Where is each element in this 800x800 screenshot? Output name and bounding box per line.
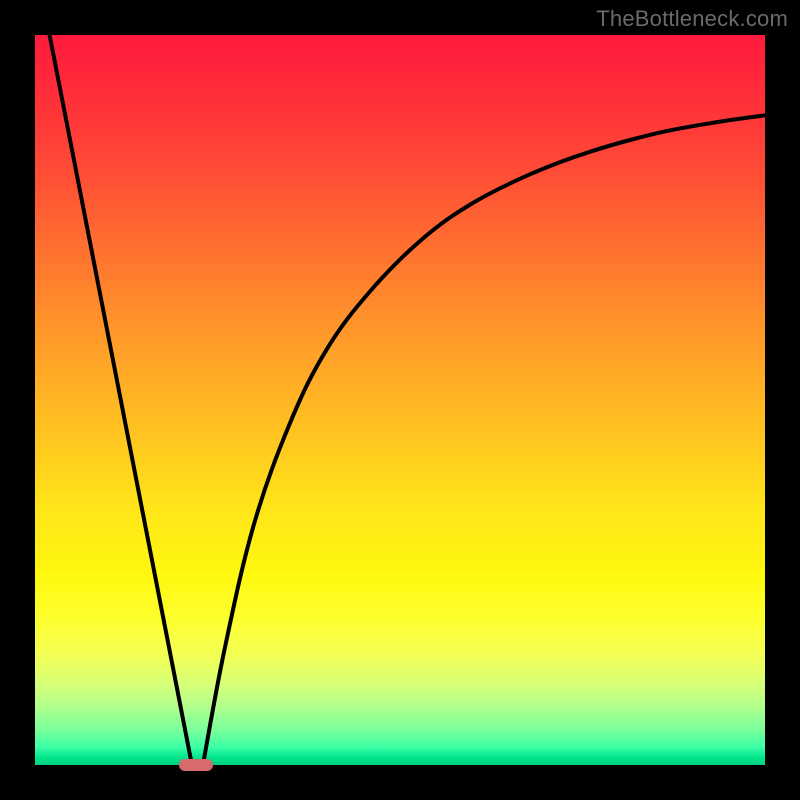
chart-lines	[35, 35, 765, 765]
trough-marker	[179, 759, 213, 771]
watermark-text: TheBottleneck.com	[596, 6, 788, 32]
chart-frame: TheBottleneck.com	[0, 0, 800, 800]
left-slope-line	[50, 35, 192, 765]
plot-area	[35, 35, 765, 765]
right-curve-line	[203, 115, 765, 765]
